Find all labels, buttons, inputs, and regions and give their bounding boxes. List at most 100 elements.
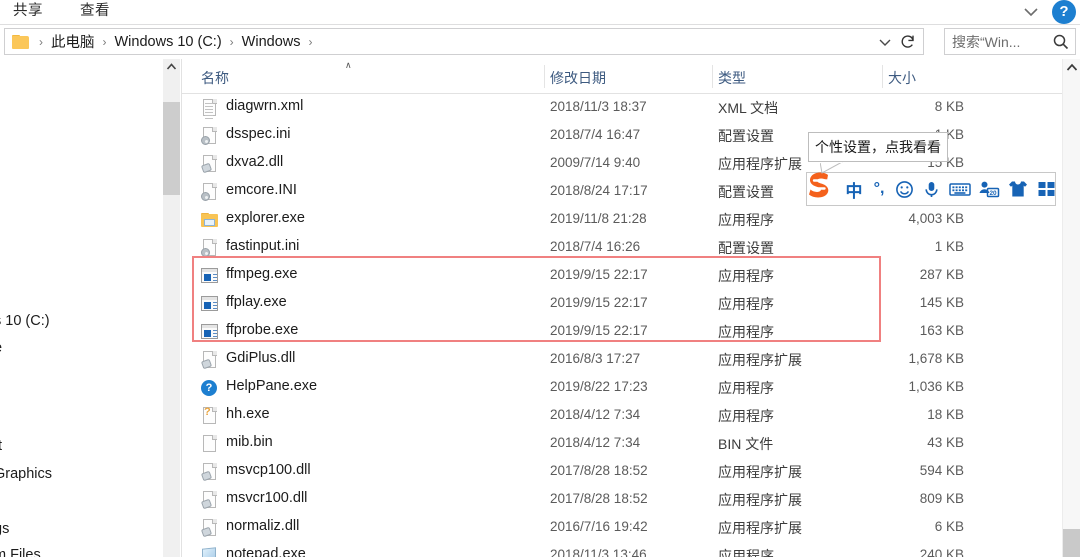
exe-console-icon xyxy=(201,267,219,285)
file-name-cell: fastinput.ini xyxy=(226,238,300,254)
nav-item-windows-c[interactable]: s 10 (C:) xyxy=(0,313,50,329)
dll-file-icon xyxy=(200,463,219,482)
sort-ascending-icon: ∧ xyxy=(345,60,352,70)
ime-chinese-mode-button[interactable]: 中 xyxy=(841,174,867,204)
table-row[interactable]: ffprobe.exe 2019/9/15 22:17 应用程序 163 KB xyxy=(182,318,1062,346)
help-icon[interactable]: ? xyxy=(1052,0,1076,24)
table-row[interactable]: ffmpeg.exe 2019/9/15 22:17 应用程序 287 KB xyxy=(182,262,1062,290)
table-row[interactable]: normaliz.dll 2016/7/16 19:42 应用程序扩展 6 KB xyxy=(182,514,1062,542)
table-row[interactable]: msvcp100.dll 2017/8/28 18:52 应用程序扩展 594 KB xyxy=(182,458,1062,486)
file-date-cell: 2018/11/3 13:46 xyxy=(550,547,647,557)
file-name-cell: emcore.INI xyxy=(226,182,297,198)
table-row[interactable]: fastinput.ini 2018/7/4 16:26 配置设置 1 KB xyxy=(182,234,1062,262)
column-header-type[interactable]: 类型 xyxy=(718,68,746,88)
column-header-date[interactable]: 修改日期 xyxy=(550,68,606,88)
scroll-up-icon[interactable] xyxy=(163,59,180,76)
breadcrumb-separator-2: › xyxy=(229,34,234,49)
column-separator-3[interactable] xyxy=(882,65,883,88)
ime-menu-button[interactable] xyxy=(1032,174,1060,204)
file-name-cell: msvcr100.dll xyxy=(226,490,308,506)
table-row[interactable]: GdiPlus.dll 2016/8/3 17:27 应用程序扩展 1,678 KB xyxy=(182,346,1062,374)
search-input[interactable]: 搜索“Win... xyxy=(952,32,1050,52)
file-size-cell: 1,678 KB xyxy=(908,351,964,366)
file-date-cell: 2019/8/22 17:23 xyxy=(550,379,648,394)
ime-punctuation-button[interactable]: °, xyxy=(867,174,891,204)
table-row[interactable]: diagwrn.xml 2018/11/3 18:37 XML 文档 8 KB xyxy=(182,94,1062,122)
file-size-cell: 145 KB xyxy=(919,295,964,310)
file-date-cell: 2017/8/28 18:52 xyxy=(550,491,648,506)
file-size-cell: 43 KB xyxy=(927,435,964,450)
table-row[interactable]: ? HelpPane.exe 2019/8/22 17:23 应用程序 1,036 KB xyxy=(182,374,1062,402)
column-separator-1[interactable] xyxy=(544,65,545,88)
address-dropdown-icon[interactable] xyxy=(875,33,895,51)
column-header-size[interactable]: 大小 xyxy=(888,68,916,88)
table-row[interactable]: ffplay.exe 2019/9/15 22:17 应用程序 145 KB xyxy=(182,290,1062,318)
file-rows: diagwrn.xml 2018/11/3 18:37 XML 文档 8 KB dssp… xyxy=(182,94,1062,557)
scroll-up-icon[interactable] xyxy=(1063,59,1080,77)
file-date-cell: 2018/4/12 7:34 xyxy=(550,435,641,450)
column-separator-2[interactable] xyxy=(712,65,713,88)
scrollbar-thumb[interactable] xyxy=(1063,529,1080,557)
nav-item-program-files[interactable]: m Files xyxy=(0,547,41,557)
breadcrumb-separator-0: › xyxy=(39,34,43,49)
file-type-cell: 应用程序 xyxy=(718,268,774,284)
file-size-cell: 240 KB xyxy=(919,547,964,557)
column-header-name[interactable]: 名称 xyxy=(201,68,229,88)
ini-file-icon xyxy=(201,183,219,201)
search-icon[interactable] xyxy=(1050,31,1072,53)
file-date-cell: 2019/9/15 22:17 xyxy=(550,295,648,310)
file-date-cell: 2019/9/15 22:17 xyxy=(550,267,648,282)
file-name-cell: diagwrn.xml xyxy=(226,98,304,114)
nav-item-3[interactable]: ft xyxy=(0,438,2,454)
file-name-cell: dsspec.ini xyxy=(226,126,291,142)
file-type-cell: XML 文档 xyxy=(718,100,779,116)
file-list-scrollbar[interactable] xyxy=(1062,59,1080,557)
table-row[interactable]: msvcr100.dll 2017/8/28 18:52 应用程序扩展 809 KB xyxy=(182,486,1062,514)
file-size-cell: 4,003 KB xyxy=(908,211,964,226)
search-box[interactable]: 搜索“Win... xyxy=(944,28,1076,55)
notepad-icon xyxy=(201,547,219,557)
ime-toolbox-button[interactable]: 20 xyxy=(974,174,1004,204)
table-row[interactable]: notepad.exe 2018/11/3 13:46 应用程序 240 KB xyxy=(182,542,1062,557)
breadcrumb-windows[interactable]: Windows xyxy=(240,34,303,50)
file-type-cell: 应用程序扩展 xyxy=(718,156,802,172)
ime-skin-button[interactable] xyxy=(1004,174,1032,204)
file-date-cell: 2019/11/8 21:28 xyxy=(550,211,647,226)
ime-tooltip: 个性设置，点我看看 xyxy=(808,132,948,162)
nav-item-2[interactable]: e xyxy=(0,340,2,356)
ribbon-tab-view[interactable]: 查看 xyxy=(80,1,110,21)
ime-chinese-mode-label: 中 xyxy=(845,181,863,202)
file-type-cell: 应用程序扩展 xyxy=(718,352,802,368)
scrollbar-thumb[interactable] xyxy=(163,102,180,195)
nav-item-graphics[interactable]: Graphics xyxy=(0,466,52,482)
dll-file-icon xyxy=(200,155,219,174)
table-row[interactable]: ? hh.exe 2018/4/12 7:34 应用程序 18 KB xyxy=(182,402,1062,430)
table-row[interactable]: explorer.exe 2019/11/8 21:28 应用程序 4,003 KB xyxy=(182,206,1062,234)
file-date-cell: 2009/7/14 9:40 xyxy=(550,155,641,170)
breadcrumb-windows-c[interactable]: Windows 10 (C:) xyxy=(113,34,224,50)
ime-soft-keyboard-button[interactable] xyxy=(945,174,974,204)
breadcrumb-separator-3: › xyxy=(308,34,313,49)
file-size-cell: 1,036 KB xyxy=(908,379,964,394)
breadcrumb-this-pc[interactable]: 此电脑 xyxy=(49,31,97,52)
blank-file-icon xyxy=(201,435,219,453)
ribbon-tab-share[interactable]: 共享 xyxy=(13,1,43,21)
file-name-cell: dxva2.dll xyxy=(226,154,284,170)
address-bar[interactable]: › 此电脑 › Windows 10 (C:) › Windows › xyxy=(4,28,924,55)
exe-console-icon xyxy=(201,295,219,313)
hh-help-icon: ? xyxy=(201,406,219,425)
file-name-cell: HelpPane.exe xyxy=(226,378,318,394)
navigation-pane-scrollbar[interactable] xyxy=(163,59,180,557)
file-size-cell: 8 KB xyxy=(934,99,964,114)
ime-voice-input-button[interactable] xyxy=(918,174,945,204)
refresh-icon[interactable] xyxy=(898,32,918,52)
dll-file-icon xyxy=(200,519,219,538)
table-row[interactable]: mib.bin 2018/4/12 7:34 BIN 文件 43 KB xyxy=(182,430,1062,458)
column-header-row: 名称 ∧ 修改日期 类型 大小 xyxy=(182,59,1062,94)
chevron-down-icon[interactable] xyxy=(1020,2,1042,22)
file-date-cell: 2018/4/12 7:34 xyxy=(550,407,641,422)
file-type-cell: 应用程序 xyxy=(718,324,774,340)
file-name-cell: notepad.exe xyxy=(226,546,306,557)
ime-emoji-button[interactable] xyxy=(891,174,918,204)
nav-item-6[interactable]: gs xyxy=(0,521,9,537)
